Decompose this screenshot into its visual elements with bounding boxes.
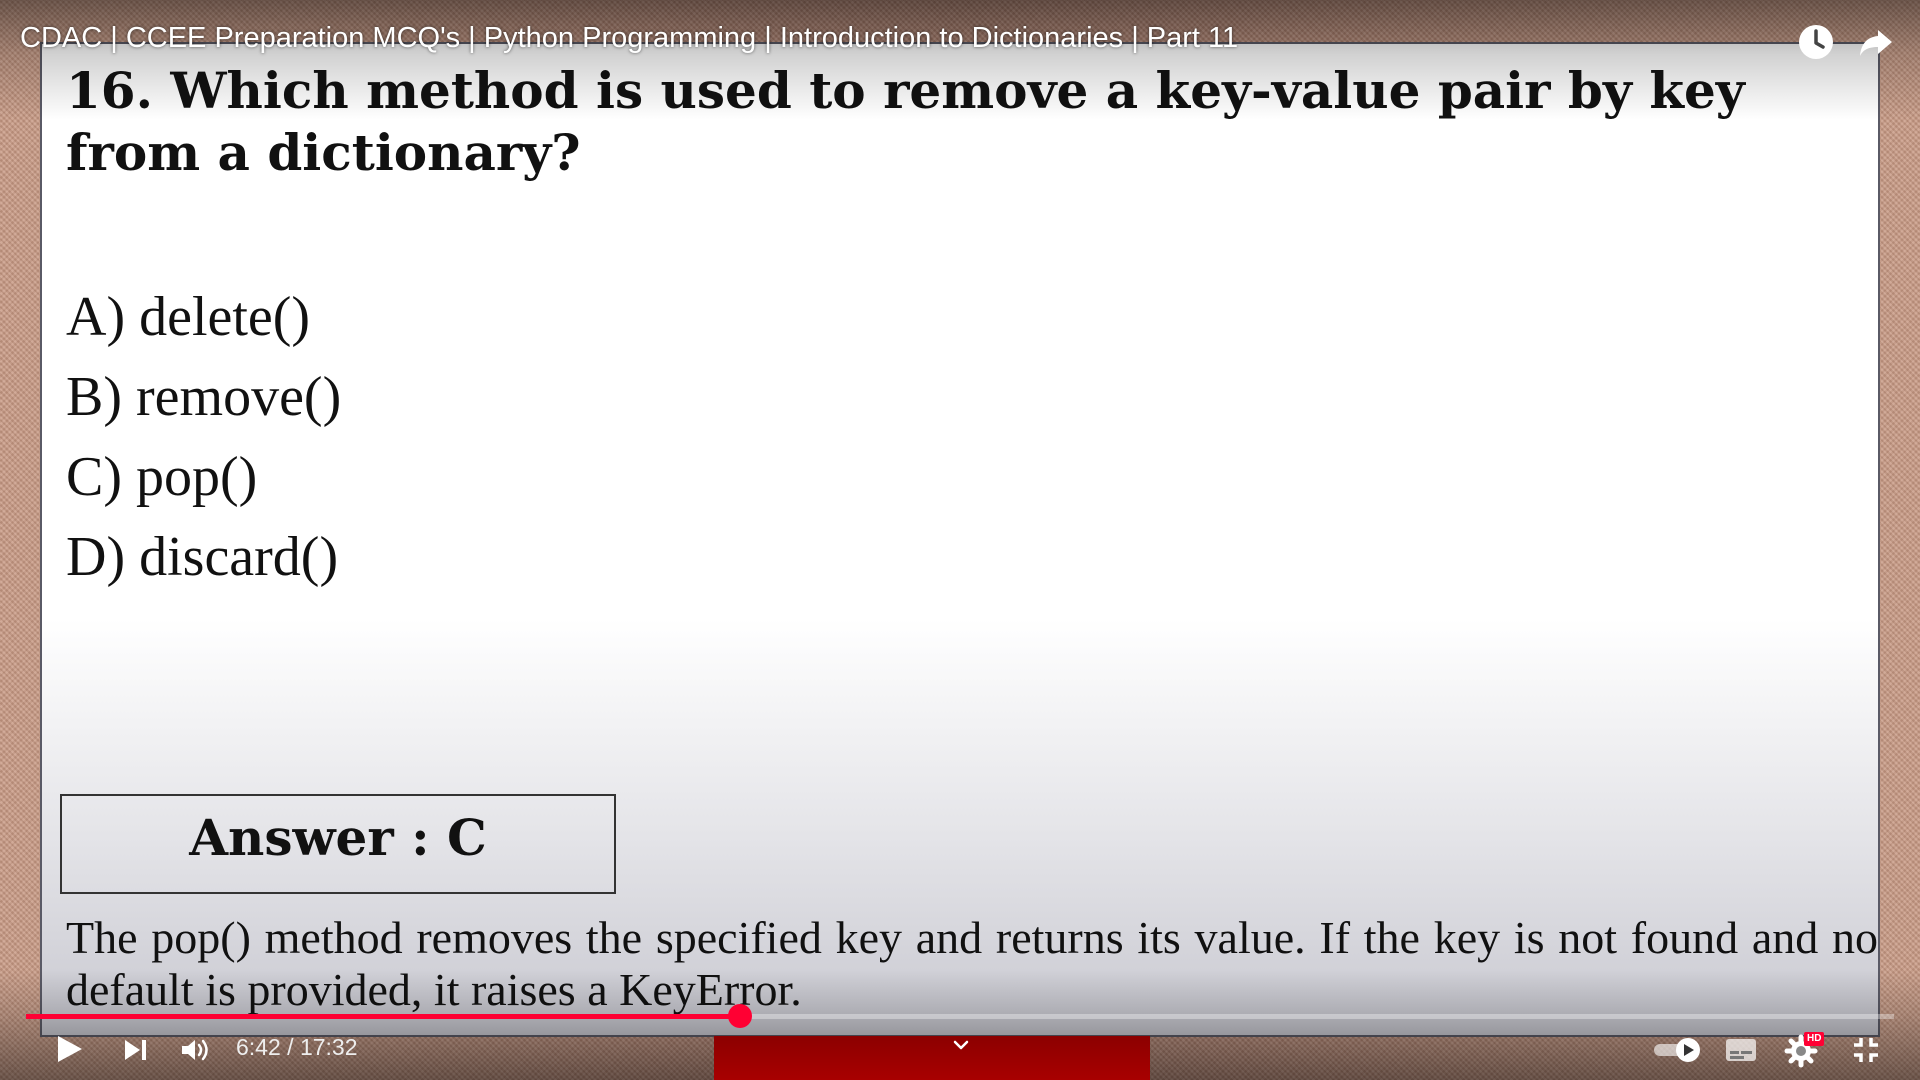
progress-bar[interactable] <box>26 1014 1894 1019</box>
next-icon[interactable] <box>122 1036 150 1069</box>
question-text: 16. Which method is used to remove a key… <box>66 61 1745 182</box>
play-icon[interactable] <box>52 1032 86 1071</box>
option-c: C) pop() <box>66 446 258 508</box>
subtitles-icon[interactable] <box>1724 1036 1758 1069</box>
chevron-down-icon[interactable] <box>950 1034 972 1056</box>
time-separator: / <box>287 1034 300 1060</box>
answer-box: Answer : C <box>60 794 616 894</box>
duration: 17:32 <box>299 1034 358 1060</box>
option-d: D) discard() <box>66 526 339 588</box>
current-time: 6:42 <box>236 1034 281 1060</box>
share-icon[interactable] <box>1856 22 1896 62</box>
clock-icon[interactable] <box>1796 22 1836 62</box>
option-b: B) remove() <box>66 366 342 428</box>
red-panel <box>714 1036 1150 1080</box>
autoplay-toggle-icon[interactable] <box>1652 1036 1704 1069</box>
progress-scrubber-handle[interactable] <box>727 1004 752 1028</box>
settings-icon[interactable]: HD <box>1784 1032 1828 1068</box>
explanation-text: The pop() method removes the specified k… <box>66 912 1878 1015</box>
time-display: 6:42 / 17:32 <box>236 1034 358 1061</box>
video-frame-slide: 16. Which method is used to remove a key… <box>40 42 1880 1037</box>
hd-badge: HD <box>1804 1032 1825 1046</box>
exit-fullscreen-icon[interactable] <box>1852 1036 1880 1069</box>
option-a: A) delete() <box>66 286 311 348</box>
video-title[interactable]: CDAC | CCEE Preparation MCQ's | Python P… <box>20 22 1238 55</box>
progress-played <box>26 1014 740 1019</box>
volume-icon[interactable] <box>180 1036 212 1069</box>
answer-text: Answer : C <box>189 807 487 867</box>
